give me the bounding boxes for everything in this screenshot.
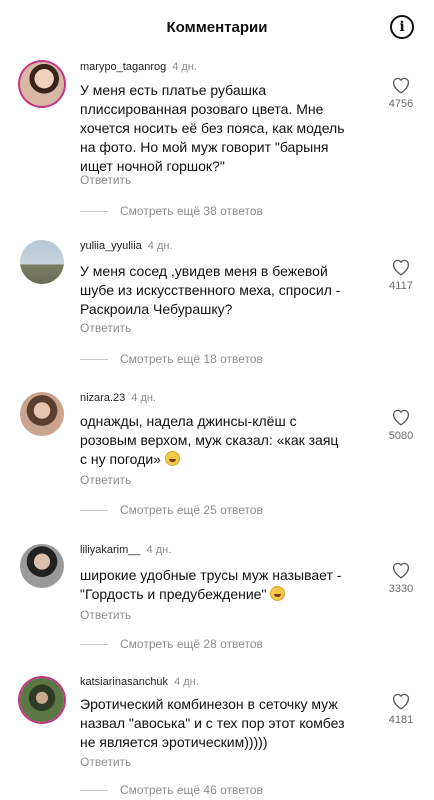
reply-button[interactable]: Ответить <box>80 755 131 769</box>
laughing-emoji-icon <box>270 586 286 601</box>
divider-line <box>80 509 108 511</box>
like-count: 5080 <box>388 430 414 442</box>
username[interactable]: liliyakarim__ <box>80 544 141 556</box>
comment-line: Эротический комбинезон в сеточку муж <box>80 696 338 712</box>
like-button[interactable]: 4117 <box>386 258 416 292</box>
divider-line <box>80 358 108 360</box>
view-more-label: Смотреть ещё 38 ответов <box>120 204 263 218</box>
like-count: 4756 <box>388 98 414 110</box>
like-button[interactable]: 5080 <box>386 408 416 442</box>
reply-button[interactable]: Ответить <box>80 321 131 335</box>
comment-line: розовым верхом, муж сказал: «как заяц <box>80 432 339 448</box>
comment-meta: marypo_taganrog 4 дн. <box>80 61 197 73</box>
view-more-label: Смотреть ещё 46 ответов <box>120 783 263 797</box>
comment-meta: liliyakarim__ 4 дн. <box>80 544 171 556</box>
view-more-replies[interactable]: Смотреть ещё 46 ответов <box>80 783 263 797</box>
comment-line: шубе из искусственного меха, спросил - <box>80 282 341 298</box>
avatar[interactable] <box>20 678 64 722</box>
view-more-label: Смотреть ещё 18 ответов <box>120 352 263 366</box>
comment-text: широкие удобные трусы муж называет - "Го… <box>80 566 372 604</box>
view-more-replies[interactable]: Смотреть ещё 25 ответов <box>80 503 263 517</box>
username[interactable]: yuliia_yyuliia <box>80 240 142 252</box>
comment-line: "Гордость и предубеждение" <box>80 586 267 602</box>
comment-line: с ну погоди» <box>80 451 161 467</box>
avatar[interactable] <box>20 392 64 436</box>
laughing-emoji-icon <box>164 451 180 466</box>
heart-icon <box>392 693 410 710</box>
view-more-label: Смотреть ещё 25 ответов <box>120 503 263 517</box>
view-more-replies[interactable]: Смотреть ещё 18 ответов <box>80 352 263 366</box>
info-icon[interactable]: i <box>390 15 414 39</box>
like-count: 3330 <box>388 583 414 595</box>
comment-line: плиссированная розоваго цвета. Мне <box>80 101 324 117</box>
username[interactable]: nizara.23 <box>80 392 125 404</box>
comment-text: Эротический комбинезон в сеточку муж наз… <box>80 695 372 752</box>
page-title: Комментарии <box>166 19 268 36</box>
heart-icon <box>392 77 410 94</box>
reply-button[interactable]: Ответить <box>80 608 131 622</box>
like-count: 4181 <box>388 714 414 726</box>
username[interactable]: katsiarinasanchuk <box>80 676 168 688</box>
heart-icon <box>392 409 410 426</box>
comment-meta: yuliia_yyuliia 4 дн. <box>80 240 173 252</box>
timestamp: 4 дн. <box>131 392 156 404</box>
avatar[interactable] <box>20 544 64 588</box>
like-count: 4117 <box>389 280 413 292</box>
timestamp: 4 дн. <box>147 240 173 252</box>
like-button[interactable]: 4181 <box>386 692 416 726</box>
like-button[interactable]: 3330 <box>386 561 416 595</box>
divider-line <box>80 643 108 645</box>
comment-text: однажды, надела джинсы-клёш с розовым ве… <box>80 412 372 469</box>
timestamp: 4 дн. <box>172 61 197 73</box>
timestamp: 4 дн. <box>174 676 199 688</box>
comment-meta: katsiarinasanchuk 4 дн. <box>80 676 199 688</box>
comment-line: на фото. Но мой муж говорит "барыня <box>80 139 329 155</box>
avatar[interactable] <box>20 240 64 284</box>
comment-line: однажды, надела джинсы-клёш с <box>80 413 297 429</box>
comment-line: У меня есть платье рубашка <box>80 82 267 98</box>
view-more-replies[interactable]: Смотреть ещё 38 ответов <box>80 204 263 218</box>
comment-line: У меня сосед ,увидев меня в бежевой <box>80 263 328 279</box>
like-button[interactable]: 4756 <box>386 76 416 110</box>
comments-header: Комментарии i <box>0 0 434 58</box>
comment-meta: nizara.23 4 дн. <box>80 392 156 404</box>
reply-button[interactable]: Ответить <box>80 473 131 487</box>
avatar[interactable] <box>20 62 64 106</box>
comment-line: широкие удобные трусы муж называет - <box>80 567 342 583</box>
comment-line: назвал "авоська" и с тех пор этот комбез <box>80 715 345 731</box>
comment-line: не является эротическим))))) <box>80 734 268 750</box>
reply-button[interactable]: Ответить <box>80 173 131 187</box>
divider-line <box>80 210 108 212</box>
timestamp: 4 дн. <box>146 544 172 556</box>
heart-icon <box>392 259 410 276</box>
comment-text: У меня сосед ,увидев меня в бежевой шубе… <box>80 262 372 319</box>
comment-line: хочется носить её без пояса, как модель <box>80 120 345 136</box>
view-more-replies[interactable]: Смотреть ещё 28 ответов <box>80 637 263 651</box>
comment-text: У меня есть платье рубашка плиссированна… <box>80 81 372 176</box>
comment-line: Раскроила Чебурашку? <box>80 301 233 317</box>
username[interactable]: marypo_taganrog <box>80 61 166 73</box>
view-more-label: Смотреть ещё 28 ответов <box>120 637 263 651</box>
heart-icon <box>392 562 410 579</box>
divider-line <box>80 789 108 791</box>
